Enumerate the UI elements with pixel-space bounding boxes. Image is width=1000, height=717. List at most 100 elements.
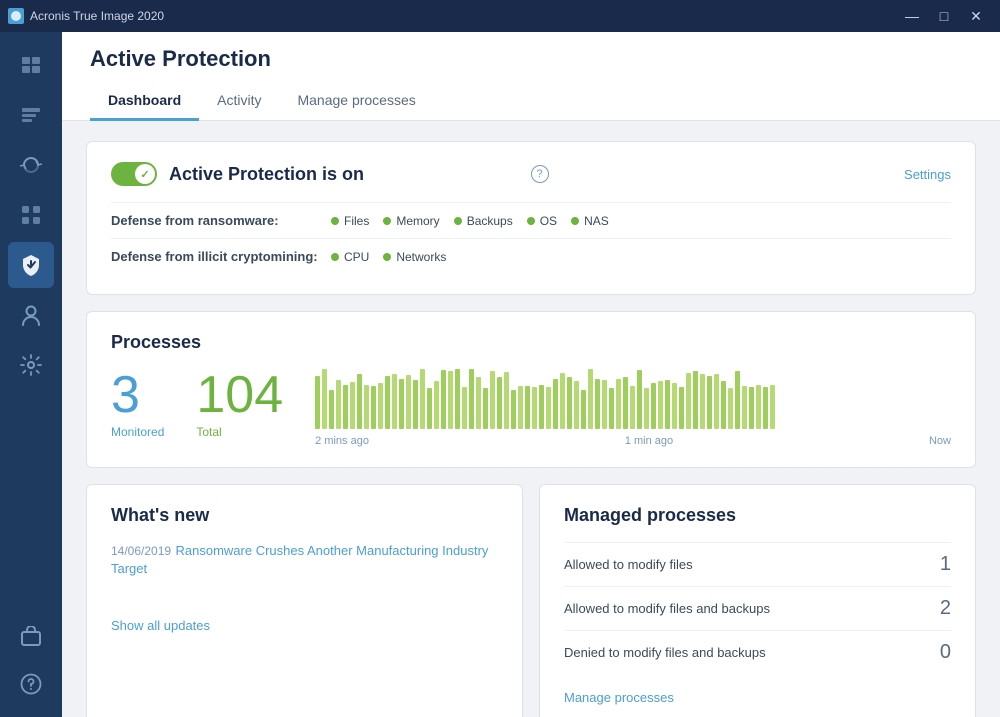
chart-bar [434, 381, 439, 429]
close-button[interactable]: ✕ [960, 0, 992, 32]
settings-link[interactable]: Settings [904, 167, 951, 182]
sidebar-item-tools[interactable] [8, 92, 54, 138]
sidebar-item-backup[interactable] [8, 42, 54, 88]
defense-ransomware-dots: Files Memory Backups OS [331, 214, 609, 228]
chart-bar [371, 386, 376, 429]
chart-bar [595, 379, 600, 429]
chart-bar [343, 385, 348, 429]
app-title: Acronis True Image 2020 [30, 9, 896, 23]
chart-labels: 2 mins ago 1 min ago Now [315, 435, 951, 447]
news-date: 14/06/2019 [111, 544, 171, 558]
sidebar-item-account[interactable] [8, 292, 54, 338]
chart-bar [483, 388, 488, 429]
dot-nas-icon [571, 217, 579, 225]
chart-bar [616, 379, 621, 429]
chart-bar [658, 381, 663, 429]
chart-bar [588, 369, 593, 429]
dot-files-icon [331, 217, 339, 225]
sidebar-item-sync[interactable] [8, 142, 54, 188]
chart-bar [427, 388, 432, 429]
managed-row-1: Allowed to modify files and backups 2 [564, 586, 951, 630]
chart-bar [672, 383, 677, 429]
chart-bar [763, 387, 768, 429]
chart-bar [602, 380, 607, 429]
chart-bar [560, 373, 565, 429]
chart-bar [448, 371, 453, 429]
tab-manage-processes[interactable]: Manage processes [279, 84, 433, 121]
chart-bar [497, 377, 502, 429]
chart-bar [322, 369, 327, 429]
dot-networks: Networks [383, 250, 446, 264]
chart-label-left: 2 mins ago [315, 435, 369, 447]
sidebar-item-help[interactable] [8, 661, 54, 707]
chart-bar [511, 390, 516, 429]
chart-bar [469, 369, 474, 429]
chart-bar [525, 386, 530, 429]
help-icon[interactable]: ? [531, 165, 549, 183]
maximize-button[interactable]: □ [928, 0, 960, 32]
dot-os: OS [527, 214, 557, 228]
show-all-link[interactable]: Show all updates [111, 618, 498, 633]
dot-files: Files [331, 214, 369, 228]
chart-bar [441, 370, 446, 429]
dot-nas: NAS [571, 214, 609, 228]
page-title: Active Protection [90, 46, 972, 72]
tab-activity[interactable]: Activity [199, 84, 279, 121]
window-controls: — □ ✕ [896, 0, 992, 32]
chart-bar [504, 372, 509, 429]
managed-title: Managed processes [564, 505, 951, 526]
toggle-knob: ✓ [135, 164, 155, 184]
sidebar [0, 32, 62, 717]
manage-processes-link[interactable]: Manage processes [564, 690, 951, 705]
total-count: 104 [196, 369, 283, 421]
dot-cpu-icon [331, 253, 339, 261]
monitored-label: Monitored [111, 425, 164, 439]
bottom-cards: What's new 14/06/2019 Ransomware Crushes… [86, 484, 976, 717]
chart-bar [609, 388, 614, 429]
chart-bar [518, 386, 523, 429]
protection-status-label: Active Protection is on [169, 164, 525, 185]
chart-bar [357, 374, 362, 429]
dot-backups: Backups [454, 214, 513, 228]
chart-bar [315, 376, 320, 429]
managed-count-2: 0 [940, 641, 951, 664]
sidebar-item-protection[interactable] [8, 242, 54, 288]
minimize-button[interactable]: — [896, 0, 928, 32]
dot-networks-icon [383, 253, 391, 261]
protection-toggle[interactable]: ✓ [111, 162, 157, 186]
dot-os-icon [527, 217, 535, 225]
chart-bar [406, 375, 411, 429]
sidebar-item-apps[interactable] [8, 192, 54, 238]
chart-bar [735, 371, 740, 429]
managed-label-0: Allowed to modify files [564, 557, 693, 572]
monitored-stat: 3 Monitored [111, 369, 164, 439]
chart-bar [630, 386, 635, 429]
tab-dashboard[interactable]: Dashboard [90, 84, 199, 121]
chart-bar [385, 376, 390, 429]
chart-bar [392, 374, 397, 429]
chart-bar [413, 380, 418, 429]
sidebar-item-settings[interactable] [8, 342, 54, 388]
chart-bar [644, 388, 649, 429]
chart-bar [686, 373, 691, 429]
monitored-count: 3 [111, 369, 140, 421]
managed-row-2: Denied to modify files and backups 0 [564, 630, 951, 674]
managed-count-1: 2 [940, 597, 951, 620]
chart-bar [539, 385, 544, 429]
chart-bars [315, 369, 951, 429]
chart-bar [476, 377, 481, 429]
managed-count-0: 1 [940, 553, 951, 576]
processes-title: Processes [111, 332, 951, 353]
defense-cryptomining-label: Defense from illicit cryptomining: [111, 249, 331, 264]
chart-bar [364, 385, 369, 429]
total-label: Total [196, 425, 221, 439]
news-item: 14/06/2019 Ransomware Crushes Another Ma… [111, 542, 498, 578]
chart-bar [665, 380, 670, 429]
chart-bar [336, 380, 341, 429]
active-protection-card: ✓ Active Protection is on ? Settings Def… [86, 141, 976, 295]
top-bar: Active Protection Dashboard Activity Man… [62, 32, 1000, 121]
processes-chart: 2 mins ago 1 min ago Now [315, 369, 951, 447]
chart-bar [728, 388, 733, 429]
chart-bar [574, 381, 579, 429]
sidebar-item-briefcase[interactable] [8, 613, 54, 659]
